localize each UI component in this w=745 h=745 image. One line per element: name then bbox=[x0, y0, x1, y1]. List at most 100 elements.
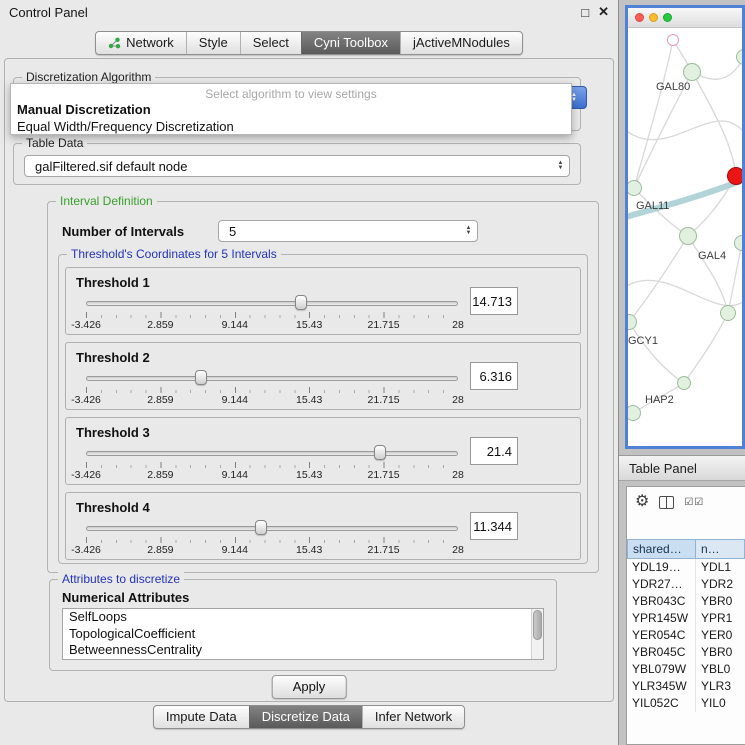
table-panel: ⚙ ☑☑ shared… n… YDL19… YDL1 YDR27… YDR2 bbox=[626, 486, 745, 745]
dropdown-option-equal-width-frequency[interactable]: Equal Width/Frequency Discretization bbox=[11, 118, 571, 135]
node-table: shared… n… YDL19… YDL1 YDR27… YDR2 YBR04… bbox=[627, 539, 745, 712]
apply-button[interactable]: Apply bbox=[272, 675, 347, 699]
network-node-gal11[interactable] bbox=[626, 180, 642, 196]
table-row[interactable]: YDL19… YDL1 bbox=[627, 559, 745, 576]
tab-jactivemodules[interactable]: jActiveMNodules bbox=[400, 32, 522, 54]
network-node[interactable] bbox=[736, 49, 745, 65]
close-icon[interactable]: ✕ bbox=[598, 4, 609, 20]
list-item-topologicalcoefficient[interactable]: TopologicalCoefficient bbox=[63, 626, 543, 643]
tab-discretize-data[interactable]: Discretize Data bbox=[249, 706, 362, 728]
tab-impute-data-label: Impute Data bbox=[166, 709, 237, 724]
table-row[interactable]: YDR27… YDR2 bbox=[627, 576, 745, 593]
top-tab-bar: Network Style Select Cyni Toolbox jActiv… bbox=[0, 31, 618, 55]
list-item-betweennesscentrality[interactable]: BetweennessCentrality bbox=[63, 642, 543, 659]
cell: YDL19… bbox=[627, 559, 696, 576]
slider-track[interactable] bbox=[86, 301, 458, 306]
tab-cyni-toolbox[interactable]: Cyni Toolbox bbox=[301, 32, 400, 54]
threshold-3-slider[interactable]: -3.426 2.859 9.144 15.43 21.715 28 bbox=[86, 445, 458, 481]
tab-style[interactable]: Style bbox=[186, 32, 240, 54]
minimize-traffic-light[interactable] bbox=[649, 13, 658, 22]
number-of-intervals-combobox[interactable]: 5 ▲▼ bbox=[218, 220, 478, 242]
select-columns-icon[interactable]: ☑☑ bbox=[684, 497, 704, 508]
threshold-2-panel: Threshold 2 -3.426 2.859 9.144 15.43 21.… bbox=[65, 342, 581, 410]
threshold-2-label: Threshold 2 bbox=[76, 350, 150, 365]
table-row[interactable]: YPR145W YPR1 bbox=[627, 610, 745, 627]
threshold-4-slider[interactable]: -3.426 2.859 9.144 15.43 21.715 28 bbox=[86, 520, 458, 556]
window-title: Control Panel bbox=[9, 5, 88, 20]
float-icon[interactable]: □ bbox=[581, 5, 589, 20]
zoom-traffic-light[interactable] bbox=[663, 13, 672, 22]
table-data-combobox-value: galFiltered.sif default node bbox=[25, 159, 554, 174]
tab-impute-data[interactable]: Impute Data bbox=[154, 706, 249, 728]
table-data-combobox[interactable]: galFiltered.sif default node ▲▼ bbox=[24, 155, 570, 177]
threshold-1-slider[interactable]: -3.426 2.859 9.144 15.43 21.715 28 bbox=[86, 295, 458, 331]
list-item-selfloops[interactable]: SelfLoops bbox=[63, 609, 543, 626]
slider-track[interactable] bbox=[86, 451, 458, 456]
slider-thumb[interactable] bbox=[255, 520, 267, 535]
combobox-spinner-icon: ▲▼ bbox=[462, 226, 477, 236]
cell: YER0 bbox=[696, 627, 745, 644]
thresholds-group-label: Threshold's Coordinates for 5 Intervals bbox=[67, 247, 281, 262]
tab-network[interactable]: Network bbox=[96, 32, 186, 54]
algorithm-placeholder: Select algorithm to view settings bbox=[11, 84, 571, 101]
list-scrollbar-thumb[interactable] bbox=[533, 610, 542, 640]
network-node[interactable] bbox=[667, 34, 679, 46]
slider-thumb[interactable] bbox=[374, 445, 386, 460]
table-toolbar: ⚙ ☑☑ bbox=[627, 487, 745, 517]
network-node[interactable] bbox=[625, 405, 641, 421]
slider-scale-labels: -3.426 2.859 9.144 15.43 21.715 28 bbox=[86, 469, 458, 481]
cell: YIL0 bbox=[696, 695, 745, 712]
threshold-2-value-field[interactable]: 6.316 bbox=[470, 362, 518, 390]
table-data-group-label: Table Data bbox=[22, 136, 87, 151]
close-traffic-light[interactable] bbox=[635, 13, 644, 22]
network-canvas[interactable]: GAL80 GAL11 GAL4 GCY1 HAP2 bbox=[628, 28, 742, 446]
table-row[interactable]: YBL079W YBL0 bbox=[627, 661, 745, 678]
slider-track[interactable] bbox=[86, 376, 458, 381]
node-label-gal11: GAL11 bbox=[636, 200, 669, 212]
slider-ticks bbox=[86, 387, 458, 393]
gear-icon[interactable]: ⚙ bbox=[635, 494, 649, 510]
columns-icon[interactable] bbox=[659, 496, 674, 509]
network-node-hap2[interactable] bbox=[677, 376, 691, 390]
slider-track[interactable] bbox=[86, 526, 458, 531]
numerical-attributes-list: SelfLoops TopologicalCoefficient Between… bbox=[62, 608, 544, 660]
tab-discretize-data-label: Discretize Data bbox=[262, 709, 350, 724]
threshold-4-value-field[interactable]: 11.344 bbox=[470, 512, 518, 540]
threshold-2-slider[interactable]: -3.426 2.859 9.144 15.43 21.715 28 bbox=[86, 370, 458, 406]
interval-definition-group: Interval Definition Number of Intervals … bbox=[47, 201, 599, 573]
cell: YBR045C bbox=[627, 644, 696, 661]
table-row[interactable]: YIL052C YIL0 bbox=[627, 695, 745, 712]
table-row[interactable]: YBR045C YBR0 bbox=[627, 644, 745, 661]
cell: YBR0 bbox=[696, 644, 745, 661]
network-node[interactable] bbox=[720, 305, 736, 321]
slider-thumb[interactable] bbox=[295, 295, 307, 310]
threshold-3-label: Threshold 3 bbox=[76, 425, 150, 440]
threshold-1-value-field[interactable]: 14.713 bbox=[470, 287, 518, 315]
cell: YPR1 bbox=[696, 610, 745, 627]
tab-infer-network[interactable]: Infer Network bbox=[362, 706, 464, 728]
table-row[interactable]: YLR345W YLR3 bbox=[627, 678, 745, 695]
network-node-gal80[interactable] bbox=[683, 63, 701, 81]
column-header-name[interactable]: n… bbox=[696, 539, 745, 559]
network-node[interactable] bbox=[734, 235, 745, 251]
attributes-group-label: Attributes to discretize bbox=[58, 572, 184, 587]
dropdown-option-manual-discretization[interactable]: Manual Discretization bbox=[11, 101, 571, 118]
table-row[interactable]: YER054C YER0 bbox=[627, 627, 745, 644]
tab-style-label: Style bbox=[199, 35, 228, 50]
slider-scale-labels: -3.426 2.859 9.144 15.43 21.715 28 bbox=[86, 394, 458, 406]
table-row[interactable]: YBR043C YBR0 bbox=[627, 593, 745, 610]
tab-select[interactable]: Select bbox=[240, 32, 301, 54]
column-header-shared-name[interactable]: shared… bbox=[627, 539, 696, 559]
threshold-3-value-field[interactable]: 21.4 bbox=[470, 437, 518, 465]
network-view-window: GAL80 GAL11 GAL4 GCY1 HAP2 bbox=[625, 5, 745, 449]
list-scrollbar[interactable] bbox=[531, 609, 543, 659]
slider-thumb[interactable] bbox=[195, 370, 207, 385]
network-node-gal4[interactable] bbox=[679, 227, 697, 245]
network-window-titlebar bbox=[628, 8, 742, 28]
cell: YLR345W bbox=[627, 678, 696, 695]
table-data-group: Table Data galFiltered.sif default node … bbox=[13, 143, 581, 185]
cell: YBL0 bbox=[696, 661, 745, 678]
cell: YDL1 bbox=[696, 559, 745, 576]
cell: YBL079W bbox=[627, 661, 696, 678]
network-node-selected-red[interactable] bbox=[727, 167, 745, 185]
